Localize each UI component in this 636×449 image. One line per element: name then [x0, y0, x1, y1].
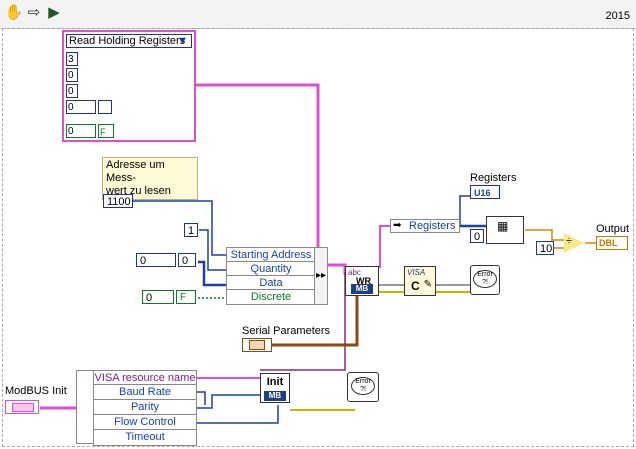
- divide-icon: ÷: [566, 235, 573, 247]
- unbundle-registers[interactable]: ➡ Registers: [390, 219, 460, 233]
- init-modbus-vi[interactable]: Init MB: [260, 373, 290, 403]
- wire-cluster-in: [196, 83, 320, 250]
- cluster-array-element-1[interactable]: [98, 100, 112, 114]
- field-timeout[interactable]: Timeout: [94, 430, 196, 445]
- data-array-value[interactable]: 0: [178, 253, 196, 267]
- cluster-icon: [12, 403, 34, 412]
- field-parity[interactable]: Parity: [94, 400, 196, 415]
- registers-label: Registers: [470, 172, 517, 184]
- field-flow-control[interactable]: Flow Control: [94, 415, 196, 430]
- cluster-icon: [249, 340, 265, 350]
- cluster-array-index-2[interactable]: 0: [66, 124, 96, 138]
- divisor-constant[interactable]: 10: [536, 241, 554, 255]
- field-discrete[interactable]: Discrete: [227, 290, 315, 304]
- cluster-value-1[interactable]: 3: [66, 52, 78, 66]
- registers-indicator[interactable]: U16: [470, 185, 500, 199]
- index-constant[interactable]: 0: [470, 229, 484, 243]
- field-visa-resource-name[interactable]: VISA resource name: [94, 371, 196, 385]
- data-array-index[interactable]: 0: [136, 253, 176, 267]
- array-grid-icon: ▦: [497, 219, 509, 233]
- chevron-down-icon[interactable]: ▼: [177, 35, 188, 48]
- bundle-connector[interactable]: ▸▸: [314, 247, 328, 305]
- output-label: Output: [596, 223, 630, 235]
- error-bubble-icon: Error?!: [351, 377, 375, 395]
- arrow-right-icon: ➡: [393, 220, 402, 231]
- index-array-node[interactable]: ▦: [486, 216, 524, 244]
- function-cluster[interactable]: Read Holding Registers ▼ 3 0 0 0 0 F: [62, 30, 196, 142]
- discrete-array-index[interactable]: 0: [142, 290, 174, 304]
- arrow-right-icon: ▸▸: [316, 270, 327, 281]
- error-handler-vi-1[interactable]: Error?!: [470, 265, 500, 295]
- serial-parameters-label: Serial Parameters: [242, 325, 331, 337]
- bundle-by-name[interactable]: Starting Address Quantity Data Discrete: [226, 247, 316, 305]
- visa-close-icon: ✎: [423, 279, 432, 290]
- serial-parameters-constant[interactable]: [242, 338, 272, 352]
- unbundle-by-name[interactable]: VISA resource name Baud Rate Parity Flow…: [93, 370, 197, 446]
- modbus-init-label: ModBUS Init: [5, 385, 67, 397]
- visa-close-vi[interactable]: VISA C ✎: [404, 266, 436, 296]
- error-handler-vi-2[interactable]: Error?!: [347, 372, 379, 402]
- cluster-value-2[interactable]: 0: [66, 68, 78, 82]
- field-starting-address[interactable]: Starting Address: [227, 248, 315, 262]
- error-bubble-icon: Error?!: [473, 270, 497, 288]
- cluster-value-3[interactable]: 0: [66, 84, 78, 98]
- field-data[interactable]: Data: [227, 276, 315, 290]
- quantity-constant[interactable]: 1: [184, 223, 198, 237]
- output-indicator[interactable]: DBL: [596, 236, 628, 250]
- write-modbus-vi[interactable]: abc WR MB: [345, 266, 379, 296]
- discrete-array-value[interactable]: F: [176, 290, 196, 304]
- function-enum[interactable]: Read Holding Registers ▼: [66, 34, 192, 48]
- cluster-array-index-1[interactable]: 0: [66, 100, 96, 114]
- modbus-init-control[interactable]: [5, 400, 39, 414]
- cluster-bool-element[interactable]: F: [98, 124, 114, 138]
- field-quantity[interactable]: Quantity: [227, 262, 315, 276]
- start-address-constant[interactable]: 1100: [103, 194, 133, 208]
- unbundle-connector[interactable]: [76, 370, 94, 444]
- field-baud-rate[interactable]: Baud Rate: [94, 385, 196, 400]
